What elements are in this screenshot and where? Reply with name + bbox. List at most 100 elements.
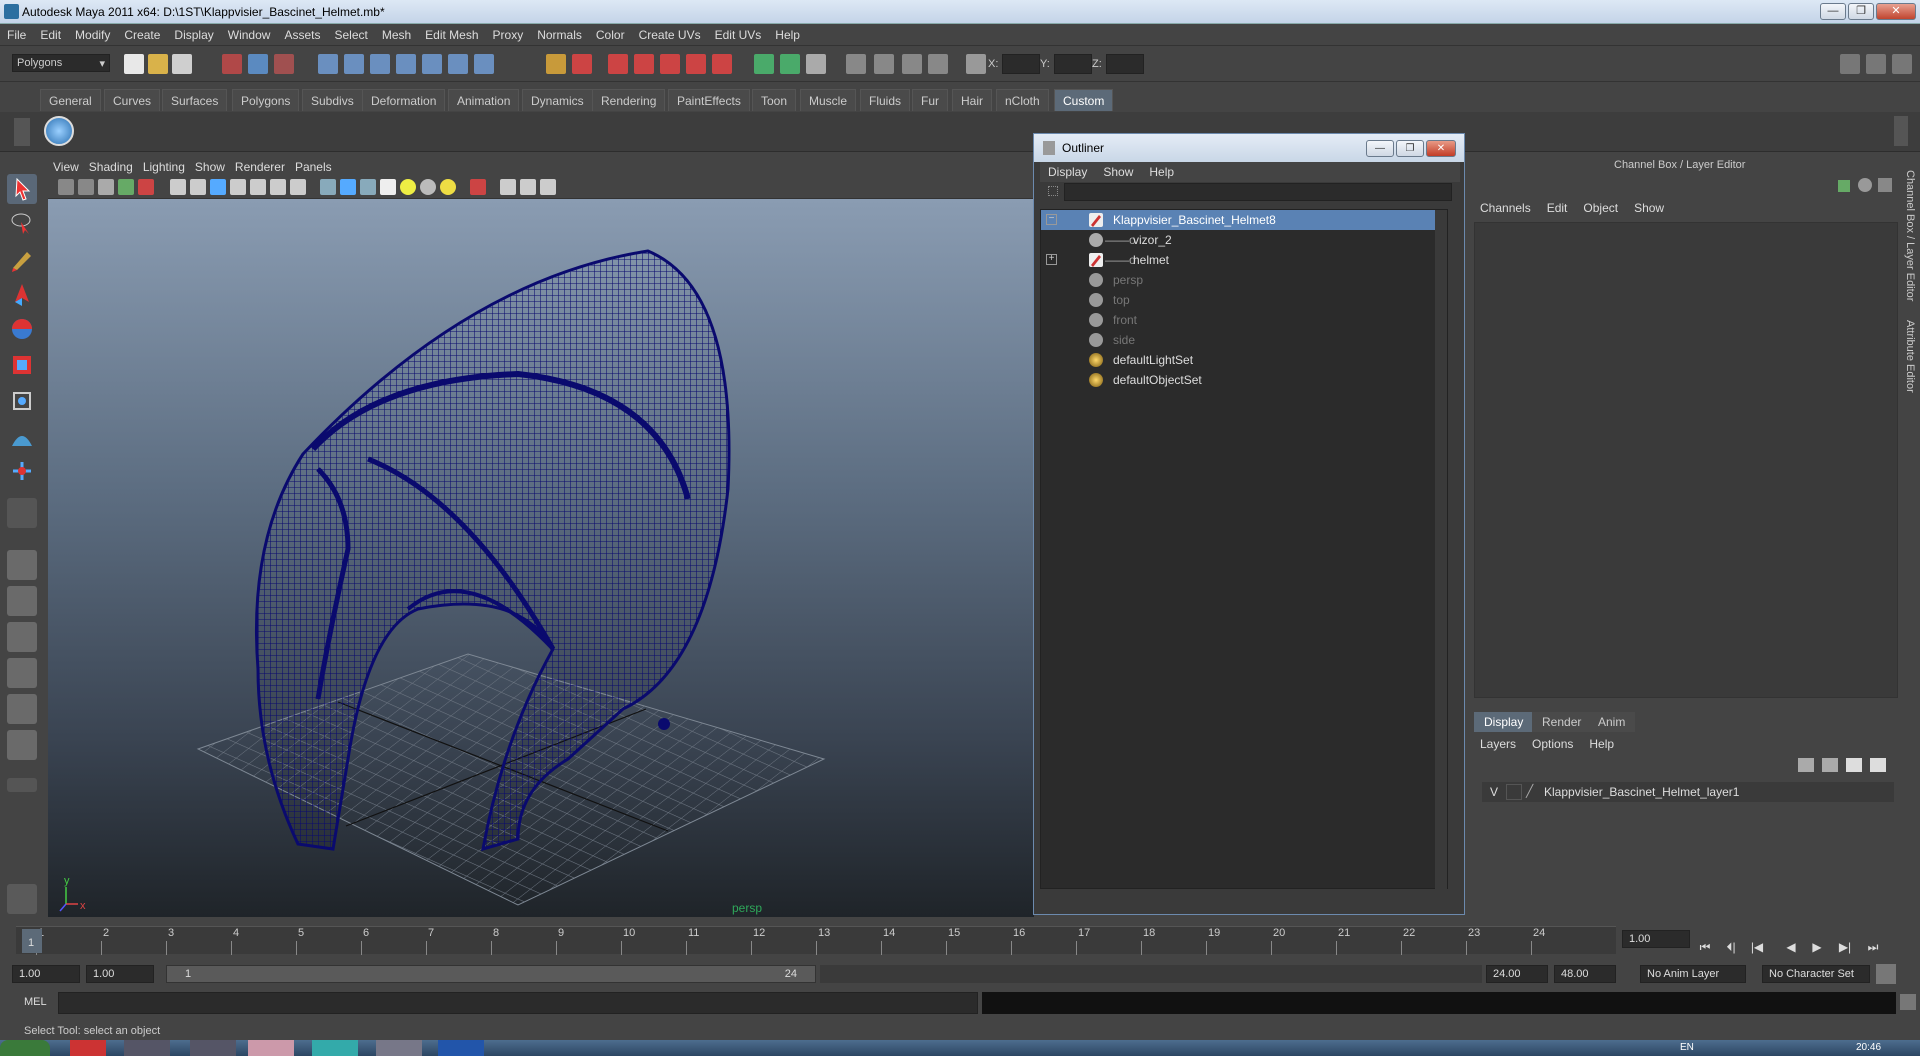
shelf-tab-animation[interactable]: Animation <box>448 89 520 111</box>
layer-tab-render[interactable]: Render <box>1532 712 1592 732</box>
new-scene-icon[interactable] <box>124 54 144 74</box>
channel-box-icon-3[interactable] <box>1878 178 1892 192</box>
shelf-menu-icon[interactable] <box>14 118 30 146</box>
outliner-close-button[interactable]: ✕ <box>1426 140 1456 157</box>
menu-display[interactable]: Display <box>167 24 220 42</box>
outliner-minimize-button[interactable]: — <box>1366 140 1394 157</box>
menu-color[interactable]: Color <box>589 24 632 42</box>
close-button[interactable]: ✕ <box>1876 3 1916 20</box>
construction-history-icon[interactable] <box>780 54 800 74</box>
hypershade-icon[interactable] <box>686 54 706 74</box>
smooth-shading-icon[interactable] <box>340 179 356 195</box>
menu-edit[interactable]: Edit <box>33 24 68 42</box>
expand-icon[interactable]: + <box>1046 254 1057 265</box>
step-back-key-button[interactable]: ⏴| <box>1722 940 1740 958</box>
outliner-menu-help[interactable]: Help <box>1141 162 1182 179</box>
snap-point-icon[interactable] <box>370 54 390 74</box>
persp-graph-outliner-layout-icon[interactable] <box>7 730 37 760</box>
outliner-menu-show[interactable]: Show <box>1095 162 1141 179</box>
select-transform-icon[interactable] <box>806 54 826 74</box>
select-hierarchy-icon[interactable] <box>222 54 242 74</box>
layer-tab-display[interactable]: Display <box>1474 712 1534 732</box>
channel-box-icon-2[interactable] <box>1858 178 1872 192</box>
safe-action-icon[interactable] <box>270 179 286 195</box>
image-plane-icon[interactable] <box>118 179 134 195</box>
use-default-lighting-icon[interactable] <box>400 179 416 195</box>
history-icon[interactable] <box>448 54 468 74</box>
menu-edit-uvs[interactable]: Edit UVs <box>708 24 769 42</box>
resolution-gate-icon[interactable] <box>210 179 226 195</box>
menu-create-uvs[interactable]: Create UVs <box>632 24 708 42</box>
gate-mask-icon[interactable] <box>230 179 246 195</box>
channel-box-menu-edit[interactable]: Edit <box>1539 198 1576 215</box>
isolate-select-icon[interactable] <box>470 179 486 195</box>
select-by-name-icon[interactable] <box>572 54 592 74</box>
select-tool-icon[interactable] <box>7 174 37 204</box>
shelf-tab-rendering[interactable]: Rendering <box>592 89 666 111</box>
toggle-tool-settings-icon[interactable] <box>1866 54 1886 74</box>
layer-playback-toggle[interactable] <box>1506 784 1522 800</box>
camera-attributes-icon[interactable] <box>78 179 94 195</box>
layer-move-down-icon[interactable] <box>1822 758 1838 772</box>
viewport-menu-show[interactable]: Show <box>190 157 230 177</box>
current-frame-marker[interactable]: 1 <box>22 929 42 953</box>
viewport-menu-renderer[interactable]: Renderer <box>230 157 290 177</box>
display-icon-2[interactable] <box>874 54 894 74</box>
z-field[interactable] <box>1106 54 1144 74</box>
script-editor-icon[interactable] <box>1900 994 1916 1010</box>
new-empty-layer-icon[interactable] <box>1846 758 1862 772</box>
current-time-field[interactable]: 1.00 <box>1622 930 1690 948</box>
display-layer-row[interactable]: V ╱ Klappvisier_Bascinet_Helmet_layer1 <box>1482 782 1894 802</box>
playback-start-field[interactable]: 1.00 <box>86 965 154 983</box>
play-backwards-button[interactable]: ◀ <box>1782 940 1800 958</box>
viewport-menu-view[interactable]: View <box>48 157 84 177</box>
outliner-vertical-scrollbar[interactable] <box>1435 210 1447 890</box>
hud-icon[interactable] <box>540 179 556 195</box>
layer-tab-anim[interactable]: Anim <box>1588 712 1636 732</box>
xray-joints-icon[interactable] <box>520 179 536 195</box>
menu-mesh[interactable]: Mesh <box>375 24 418 42</box>
help-icon[interactable] <box>474 54 494 74</box>
shelf-tab-fur[interactable]: Fur <box>912 89 948 111</box>
save-scene-icon[interactable] <box>172 54 192 74</box>
render-view-icon[interactable] <box>712 54 732 74</box>
snap-grid-icon[interactable] <box>318 54 338 74</box>
shelf-tab-painteffects[interactable]: PaintEffects <box>668 89 750 111</box>
outliner-item-defaultobjectset[interactable]: defaultObjectSet <box>1041 370 1439 390</box>
single-perspective-layout-icon[interactable] <box>7 550 37 580</box>
taskbar-app-6[interactable] <box>376 1040 422 1056</box>
layer-move-up-icon[interactable] <box>1798 758 1814 772</box>
shelf-tab-muscle[interactable]: Muscle <box>800 89 857 111</box>
menu-create[interactable]: Create <box>117 24 167 42</box>
safe-title-icon[interactable] <box>290 179 306 195</box>
shadows-icon[interactable] <box>440 179 456 195</box>
auto-key-icon[interactable] <box>1876 964 1896 984</box>
timeline[interactable]: 123456789101112131415161718192021222324 … <box>16 926 1616 955</box>
y-field[interactable] <box>1054 54 1092 74</box>
shelf-tab-toon[interactable]: Toon <box>752 89 797 111</box>
select-component-icon[interactable] <box>274 54 294 74</box>
last-tool-used-icon[interactable] <box>7 498 37 528</box>
textured-icon[interactable] <box>380 179 396 195</box>
shelf-tab-deformation[interactable]: Deformation <box>362 89 446 111</box>
side-tab-channel-box[interactable]: Channel Box / Layer Editor <box>1904 170 1916 301</box>
persp-hypershade-layout-icon[interactable] <box>7 694 37 724</box>
ipr-render-icon[interactable] <box>634 54 654 74</box>
input-output-icon[interactable] <box>754 54 774 74</box>
display-icon-4[interactable] <box>928 54 948 74</box>
viewport-menu-shading[interactable]: Shading <box>84 157 138 177</box>
shelf-scroll-icon[interactable] <box>1894 116 1908 146</box>
bookmark-icon[interactable] <box>98 179 114 195</box>
menu-select[interactable]: Select <box>327 24 374 42</box>
select-camera-icon[interactable] <box>58 179 74 195</box>
layer-menu-options[interactable]: Options <box>1524 734 1581 754</box>
show-manipulator-tool-icon[interactable] <box>7 456 37 486</box>
menu-assets[interactable]: Assets <box>277 24 327 42</box>
shelf-tab-surfaces[interactable]: Surfaces <box>162 89 228 111</box>
outliner-filter-input[interactable] <box>1064 183 1452 201</box>
command-input[interactable] <box>58 992 978 1014</box>
go-to-end-button[interactable]: ⏭ <box>1864 940 1882 958</box>
channel-box-icon-1[interactable] <box>1838 180 1850 192</box>
make-live-icon[interactable] <box>422 54 442 74</box>
channel-box-menu-show[interactable]: Show <box>1626 198 1672 215</box>
